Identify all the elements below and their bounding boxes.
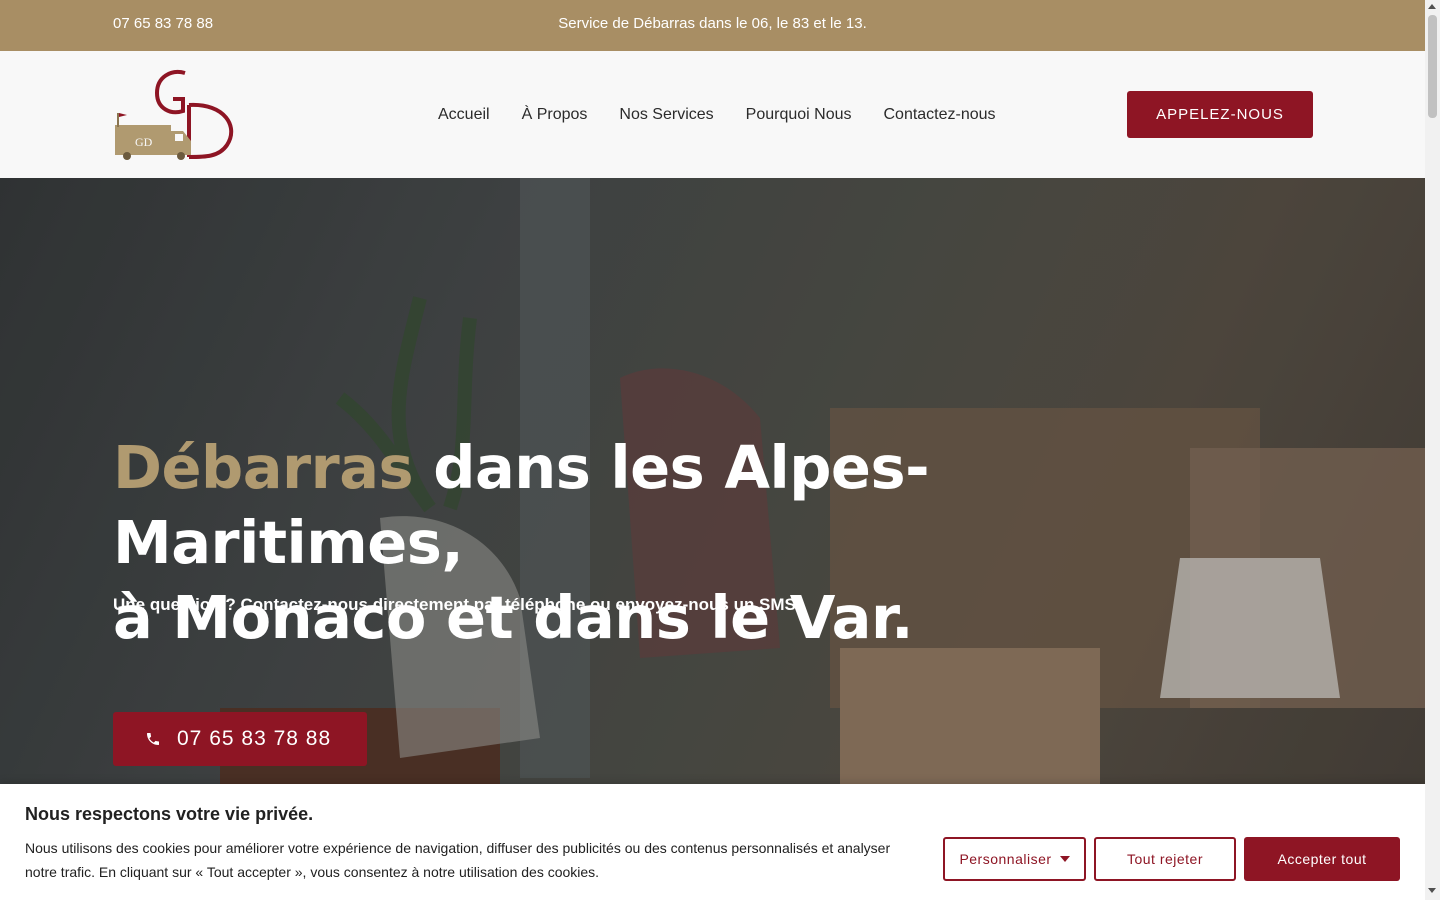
scroll-up-icon[interactable]: [1428, 4, 1436, 9]
gd-logo[interactable]: GD: [113, 67, 235, 161]
hero-call-number: 07 65 83 78 88: [177, 727, 332, 750]
cookie-title: Nous respectons votre vie privée.: [25, 804, 314, 824]
topbar-tagline: Service de Débarras dans le 06, le 83 et…: [558, 15, 867, 32]
hero-section: Débarras dans les Alpes-Maritimes, à Mona…: [0, 178, 1425, 800]
hero-title: Débarras dans les Alpes-Maritimes, à Mona…: [113, 430, 1263, 655]
vertical-scrollbar[interactable]: [1425, 0, 1440, 900]
hero-call-button[interactable]: 07 65 83 78 88: [113, 712, 367, 766]
nav-nos-services[interactable]: Nos Services: [619, 106, 713, 124]
scrollbar-thumb[interactable]: [1428, 15, 1437, 118]
hero-subtitle: Une question ? Contactez-nous directemen…: [113, 595, 801, 614]
nav-contactez-nous[interactable]: Contactez-nous: [883, 106, 995, 124]
site-header: GD Accueil À Propos Nos Services Pourquo…: [0, 51, 1425, 178]
call-us-button[interactable]: APPELEZ-NOUS: [1127, 91, 1313, 138]
nav-pourquoi-nous[interactable]: Pourquoi Nous: [746, 106, 852, 124]
svg-text:GD: GD: [135, 135, 153, 149]
main-nav: Accueil À Propos Nos Services Pourquoi N…: [438, 106, 996, 124]
customize-button[interactable]: Personnaliser: [943, 837, 1086, 881]
caret-down-icon: [1059, 856, 1070, 862]
hero-title-line2: à Monaco et dans le Var.: [113, 583, 914, 652]
nav-a-propos[interactable]: À Propos: [522, 106, 588, 124]
phone-icon: [145, 731, 161, 747]
cookie-text: Nous utilisons des cookies pour améliore…: [25, 840, 891, 880]
reject-all-button[interactable]: Tout rejeter: [1094, 837, 1236, 881]
nav-accueil[interactable]: Accueil: [438, 106, 490, 124]
cookie-banner: Nous respectons votre vie privée. Nous u…: [0, 784, 1425, 900]
scroll-down-icon[interactable]: [1428, 888, 1436, 893]
accept-all-button[interactable]: Accepter tout: [1244, 837, 1400, 881]
customize-label: Personnaliser: [959, 851, 1052, 867]
top-info-bar: 07 65 83 78 88 Service de Débarras dans …: [0, 0, 1425, 51]
hero-title-accent: Débarras: [113, 433, 414, 502]
